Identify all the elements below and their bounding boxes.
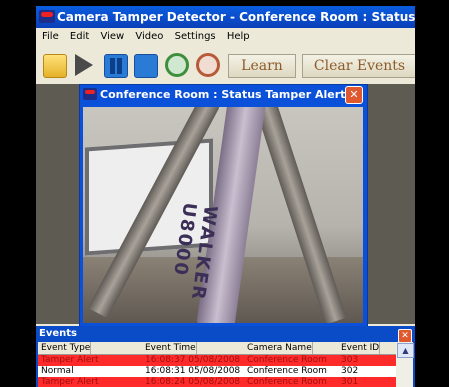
window-title: Camera Tamper Detector - Conference Room… [57,10,415,24]
clear-events-button[interactable]: Clear Events [302,54,415,78]
menu-edit[interactable]: Edit [70,31,89,42]
camera-feed: WALKER U8000 [83,107,363,323]
column-event-time[interactable]: Event Time [145,342,197,354]
events-close-icon[interactable]: ✕ [398,329,412,343]
events-header: Events [39,328,77,339]
cell-time: 16:08:31 05/08/2008 [145,366,241,376]
zoom-in-icon[interactable] [165,53,189,77]
cell-type: Tamper Alert [41,355,99,365]
cell-id: 302 [341,366,359,376]
scroll-up-icon[interactable]: ▲ [397,343,414,358]
table-header: Event Type Event Time Camera Name Event … [38,342,396,355]
play-icon[interactable] [75,54,93,76]
video-window: Conference Room : Status Tamper Alert ✕ … [79,84,368,327]
menu-bar: File Edit View Video Settings Help [36,28,415,45]
cell-time: 16:08:37 05/08/2008 [145,355,241,365]
toolbar: Learn Clear Events [36,46,415,84]
menu-settings[interactable]: Settings [175,31,216,42]
video-window-title: Conference Room : Status Tamper Alert [100,88,346,101]
cell-camera: Conference Room [247,377,327,387]
main-window: Camera Tamper Detector - Conference Room… [36,6,415,387]
column-event-type[interactable]: Event Type [41,342,92,354]
open-folder-icon[interactable] [43,54,67,78]
camera-icon [83,88,97,100]
cell-camera: Conference Room [247,366,327,376]
cell-camera: Conference Room [247,355,327,365]
table-row[interactable]: Tamper Alert 16:08:24 05/08/2008 Confere… [38,377,396,387]
cell-id: 303 [341,355,359,365]
cell-id: 301 [341,377,359,387]
cell-time: 16:08:24 05/08/2008 [145,377,241,387]
table-row[interactable]: Tamper Alert 16:08:37 05/08/2008 Confere… [38,355,396,366]
menu-file[interactable]: File [42,31,59,42]
events-panel: Events ✕ Event Type Event Time Camera Na… [36,326,415,387]
column-event-id[interactable]: Event ID [341,342,381,354]
title-bar[interactable]: Camera Tamper Detector - Conference Room… [36,6,415,28]
menu-view[interactable]: View [100,31,124,42]
close-icon[interactable]: ✕ [345,86,363,104]
menu-video[interactable]: Video [135,31,163,42]
learn-button[interactable]: Learn [228,54,296,78]
pause-icon[interactable] [104,54,128,78]
column-camera-name[interactable]: Camera Name [247,342,313,354]
app-camera-icon [39,10,55,23]
stop-icon[interactable] [134,54,158,78]
events-scrollbar[interactable]: ▲ [396,342,414,387]
video-window-title-bar[interactable]: Conference Room : Status Tamper Alert ✕ [80,85,367,104]
table-row[interactable]: Normal 16:08:31 05/08/2008 Conference Ro… [38,366,396,377]
cell-type: Tamper Alert [41,377,99,387]
menu-help[interactable]: Help [227,31,250,42]
events-table: Event Type Event Time Camera Name Event … [38,342,396,387]
zoom-out-icon[interactable] [196,53,220,77]
cell-type: Normal [41,366,74,376]
